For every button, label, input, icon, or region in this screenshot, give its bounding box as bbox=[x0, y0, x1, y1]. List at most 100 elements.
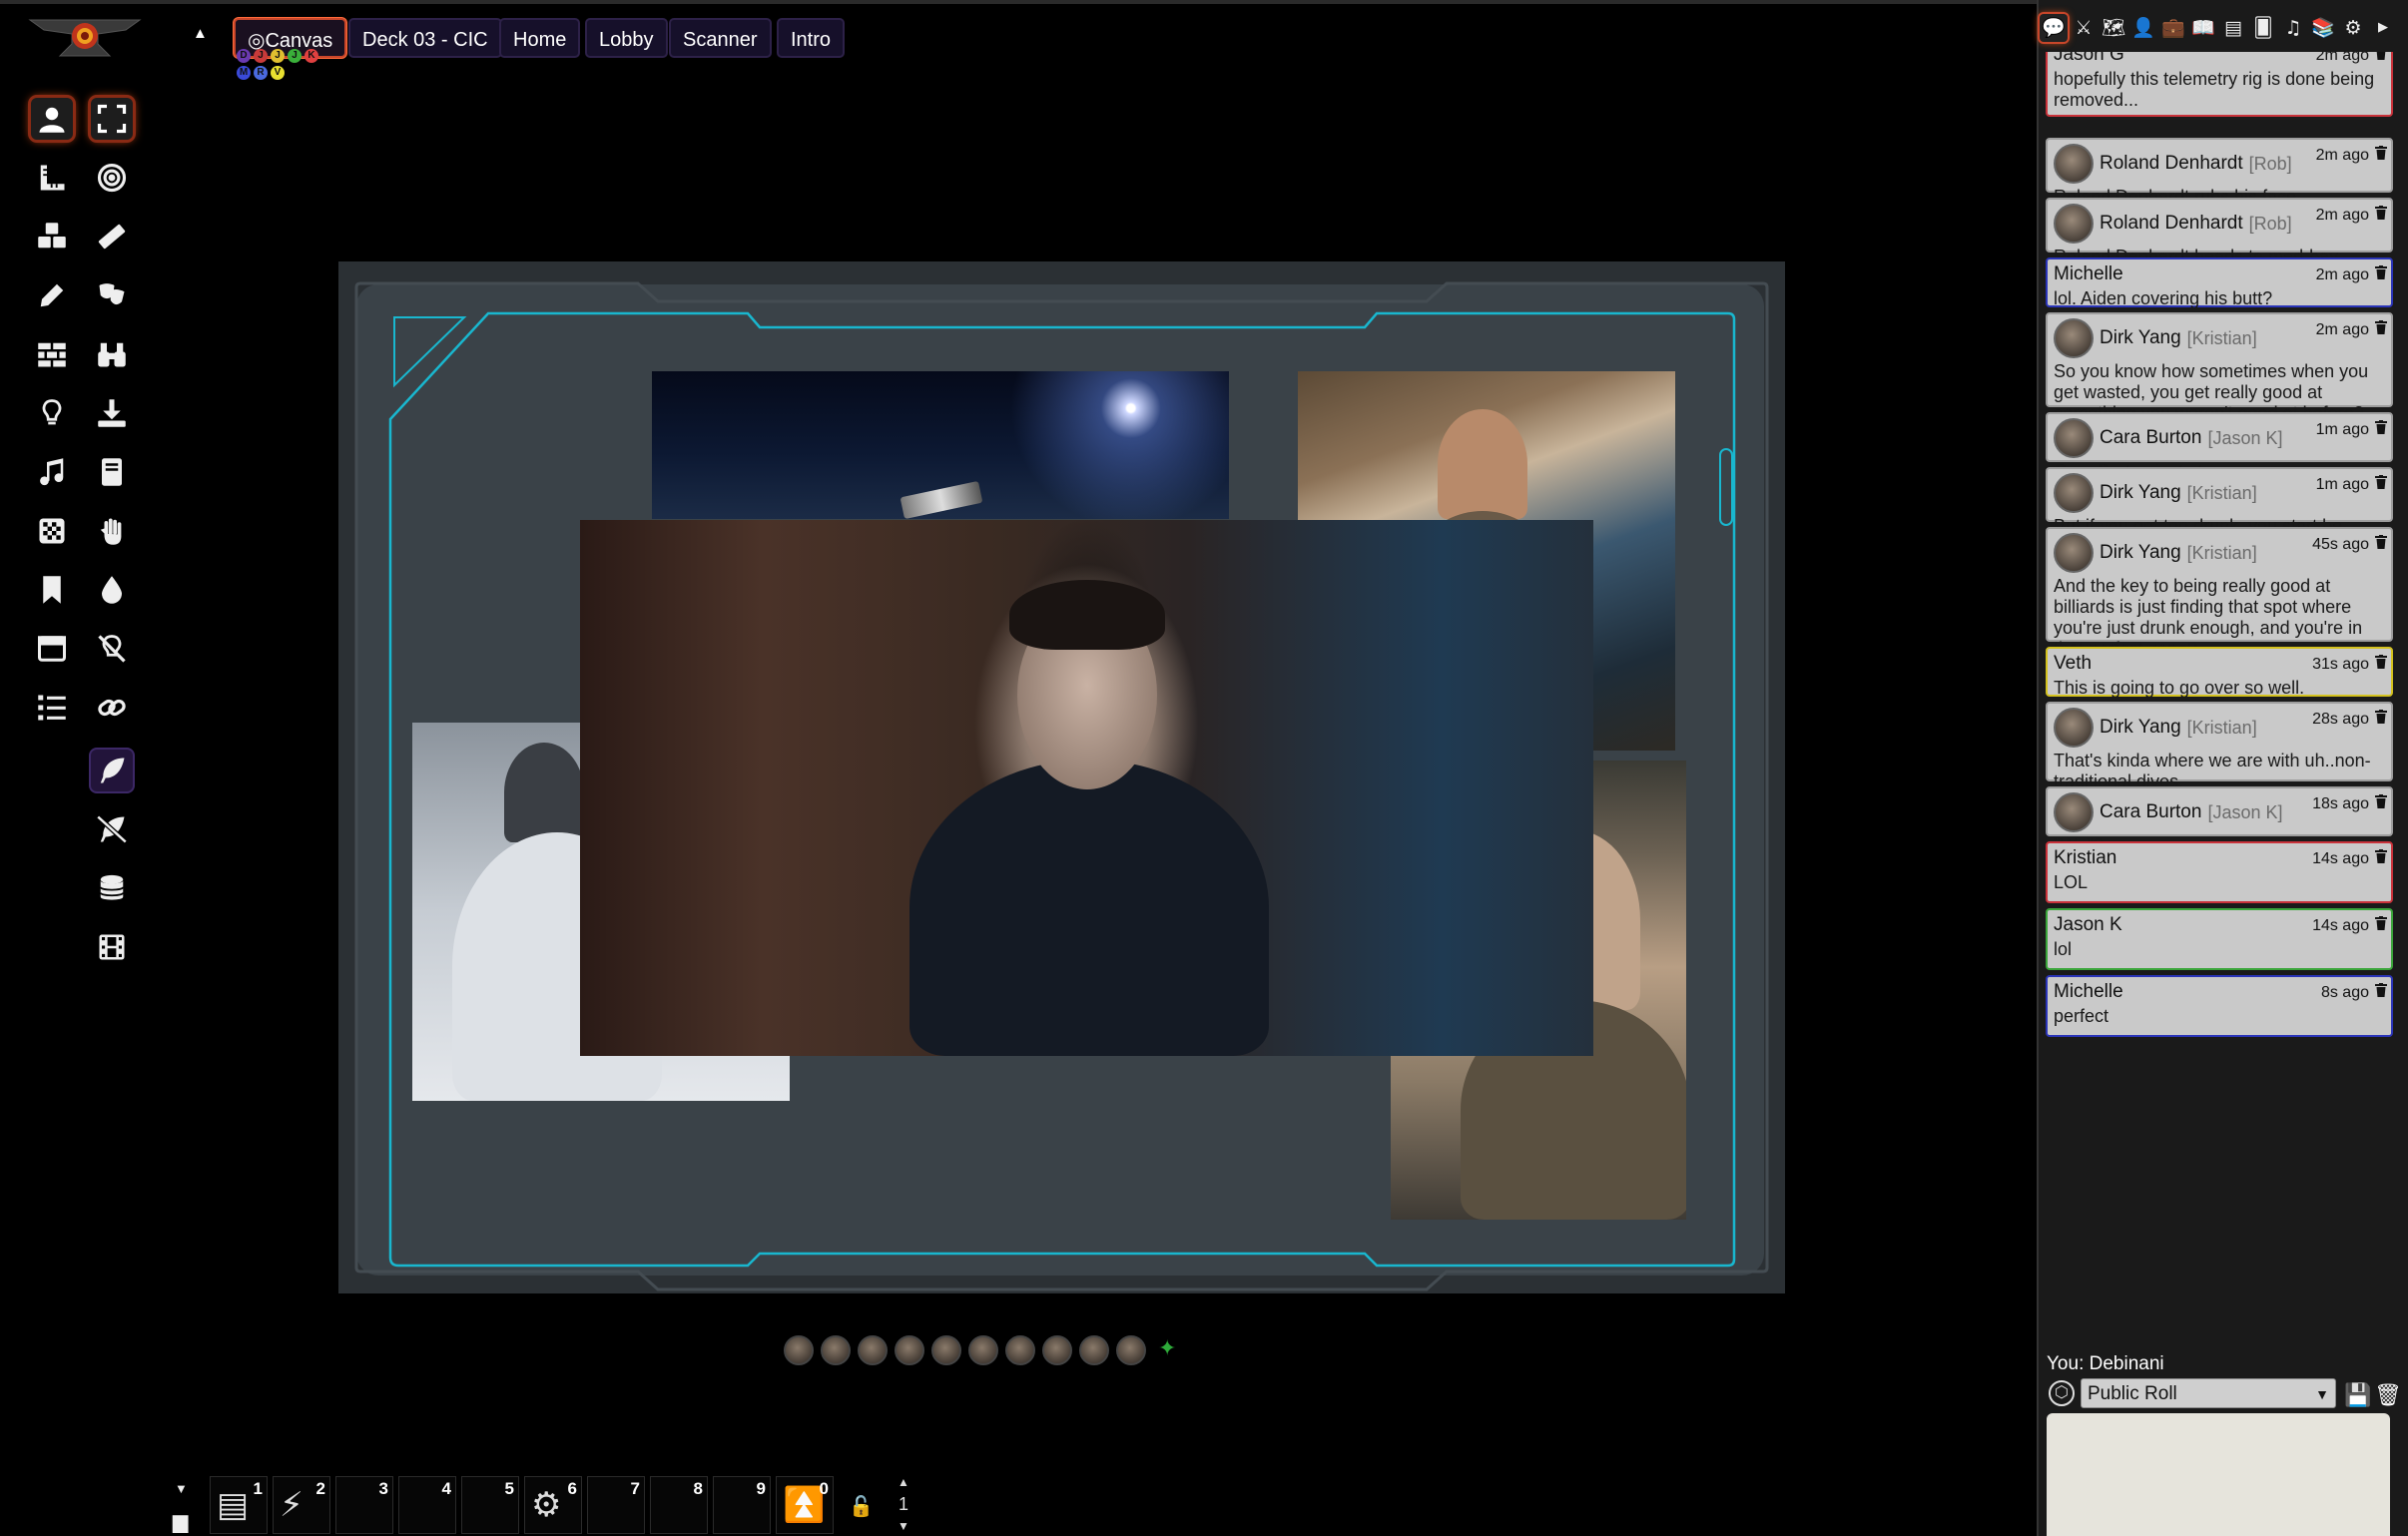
hotbar-slot[interactable]: 9 bbox=[713, 1476, 771, 1534]
settings-tab-icon[interactable]: ⚙ bbox=[2339, 14, 2367, 42]
player-avatar[interactable] bbox=[895, 1335, 924, 1365]
window-icon[interactable] bbox=[31, 628, 73, 670]
delete-message-icon[interactable] bbox=[2375, 52, 2387, 60]
music-icon[interactable] bbox=[31, 451, 73, 493]
message-speaker: Roland Denhardt bbox=[2100, 213, 2243, 234]
hotbar-slot[interactable]: 8 bbox=[650, 1476, 708, 1534]
chat-message-input[interactable] bbox=[2047, 1413, 2390, 1536]
anvil-logo[interactable] bbox=[26, 16, 144, 58]
book-icon: ▤ bbox=[217, 1485, 250, 1525]
delete-message-icon[interactable] bbox=[2375, 475, 2387, 489]
collapse-sidebar-icon[interactable]: ▶ bbox=[2369, 14, 2397, 42]
delete-message-icon[interactable] bbox=[2375, 265, 2387, 279]
journal-tab-icon[interactable]: 📖 bbox=[2189, 14, 2217, 42]
lightbulb-slash-icon[interactable] bbox=[91, 628, 133, 670]
hotbar-collapse-icon[interactable]: ▼ bbox=[175, 1481, 188, 1496]
delete-message-icon[interactable] bbox=[2375, 983, 2387, 997]
link-icon[interactable] bbox=[91, 687, 133, 729]
main-character-portrait-image[interactable] bbox=[580, 520, 1593, 1056]
chat-tab-icon[interactable]: 💬 bbox=[2040, 14, 2068, 42]
ruler-icon[interactable] bbox=[31, 157, 73, 199]
delete-message-icon[interactable] bbox=[2375, 535, 2387, 549]
player-avatar[interactable] bbox=[1042, 1335, 1072, 1365]
cards-tab-icon[interactable]: 🂠 bbox=[2249, 14, 2277, 42]
player-avatar[interactable] bbox=[784, 1335, 814, 1365]
database-icon[interactable] bbox=[91, 867, 133, 909]
tab-deck-03-cic[interactable]: Deck 03 - CIC bbox=[348, 18, 502, 58]
message-speaker: Cara Burton bbox=[2100, 427, 2202, 448]
lightbulb-icon[interactable] bbox=[31, 392, 73, 434]
tab-home[interactable]: Home bbox=[499, 18, 581, 58]
player-avatar[interactable] bbox=[1005, 1335, 1035, 1365]
tab-scanner[interactable]: Scanner bbox=[669, 18, 772, 58]
theater-masks-icon[interactable] bbox=[91, 274, 133, 316]
token-controls-icon[interactable] bbox=[31, 98, 73, 140]
journal-icon[interactable] bbox=[91, 451, 133, 493]
delete-message-icon[interactable] bbox=[2375, 916, 2387, 930]
items-tab-icon[interactable]: 💼 bbox=[2159, 14, 2187, 42]
hotbar-slot[interactable]: ⚙ 6 bbox=[524, 1476, 582, 1534]
chat-message: Dirk Yang [Kristian] 45s ago And the key to… bbox=[2046, 527, 2393, 659]
trash-icon[interactable]: 🗑 bbox=[2374, 1382, 2402, 1408]
hotbar-slot[interactable]: ⏫ 0 bbox=[776, 1476, 834, 1534]
hotbar-slot[interactable]: 5 bbox=[461, 1476, 519, 1534]
hotbar-slot[interactable]: 7 bbox=[587, 1476, 645, 1534]
delete-message-icon[interactable] bbox=[2375, 146, 2387, 160]
tab-intro[interactable]: Intro bbox=[777, 18, 846, 58]
combat-tab-icon[interactable]: ⚔ bbox=[2070, 14, 2098, 42]
add-player-icon[interactable]: ✦ bbox=[1158, 1335, 1176, 1361]
tab-lobby[interactable]: Lobby bbox=[585, 18, 668, 58]
d20-icon[interactable]: ⬡ bbox=[2049, 1380, 2075, 1406]
delete-message-icon[interactable] bbox=[2375, 710, 2387, 724]
message-timestamp: 2m ago bbox=[2315, 207, 2369, 224]
fullscreen-icon[interactable] bbox=[91, 98, 133, 140]
cubes-icon[interactable] bbox=[31, 216, 73, 257]
space-ship-image[interactable] bbox=[652, 371, 1229, 519]
droplet-icon[interactable] bbox=[91, 569, 133, 611]
player-avatar[interactable] bbox=[1079, 1335, 1109, 1365]
hotbar-slot[interactable]: 3 bbox=[335, 1476, 393, 1534]
delete-message-icon[interactable] bbox=[2375, 206, 2387, 220]
tables-tab-icon[interactable]: ▤ bbox=[2219, 14, 2247, 42]
binoculars-icon[interactable] bbox=[91, 333, 133, 375]
folder-icon[interactable]: ▆ bbox=[173, 1509, 188, 1533]
download-icon[interactable] bbox=[91, 392, 133, 434]
roll-mode-select[interactable]: Public Roll ▼ bbox=[2081, 1378, 2336, 1408]
target-icon[interactable] bbox=[91, 157, 133, 199]
hand-icon[interactable] bbox=[91, 510, 133, 552]
list-ordered-icon[interactable] bbox=[31, 687, 73, 729]
walls-icon[interactable] bbox=[31, 333, 73, 375]
measure-icon[interactable] bbox=[91, 216, 133, 257]
player-avatar[interactable] bbox=[968, 1335, 998, 1365]
player-dot: J bbox=[288, 49, 301, 63]
player-avatar[interactable] bbox=[1116, 1335, 1146, 1365]
page-down-icon[interactable]: ▼ bbox=[898, 1519, 909, 1533]
actors-tab-icon[interactable]: 👤 bbox=[2129, 14, 2157, 42]
scenes-tab-icon[interactable]: 🗺 bbox=[2100, 14, 2127, 42]
delete-message-icon[interactable] bbox=[2375, 420, 2387, 434]
bookmark-icon[interactable] bbox=[31, 569, 73, 611]
player-avatar[interactable] bbox=[931, 1335, 961, 1365]
delete-message-icon[interactable] bbox=[2375, 794, 2387, 808]
playlists-tab-icon[interactable]: ♫ bbox=[2279, 14, 2307, 42]
player-avatar[interactable] bbox=[821, 1335, 851, 1365]
message-content: LOL bbox=[2054, 872, 2089, 892]
hotbar-slot[interactable]: ▤ 1 bbox=[210, 1476, 268, 1534]
delete-message-icon[interactable] bbox=[2375, 655, 2387, 669]
hotbar-slot[interactable]: ⚡ 2 bbox=[273, 1476, 330, 1534]
checkerboard-icon[interactable] bbox=[31, 510, 73, 552]
delete-message-icon[interactable] bbox=[2375, 320, 2387, 334]
compendium-tab-icon[interactable]: 📚 bbox=[2309, 14, 2337, 42]
hotbar-slot[interactable]: 4 bbox=[398, 1476, 456, 1534]
feather-icon[interactable] bbox=[91, 750, 133, 791]
nav-collapse-icon[interactable]: ▲ bbox=[193, 25, 208, 42]
film-icon[interactable] bbox=[91, 926, 133, 968]
page-up-icon[interactable]: ▲ bbox=[898, 1475, 909, 1489]
delete-message-icon[interactable] bbox=[2375, 849, 2387, 863]
save-icon[interactable]: 💾 bbox=[2344, 1382, 2371, 1408]
feather-slash-icon[interactable] bbox=[91, 808, 133, 850]
avatar bbox=[2054, 473, 2094, 513]
pencil-icon[interactable] bbox=[31, 274, 73, 316]
unlock-icon[interactable]: 🔓 bbox=[849, 1494, 874, 1518]
player-avatar[interactable] bbox=[858, 1335, 888, 1365]
